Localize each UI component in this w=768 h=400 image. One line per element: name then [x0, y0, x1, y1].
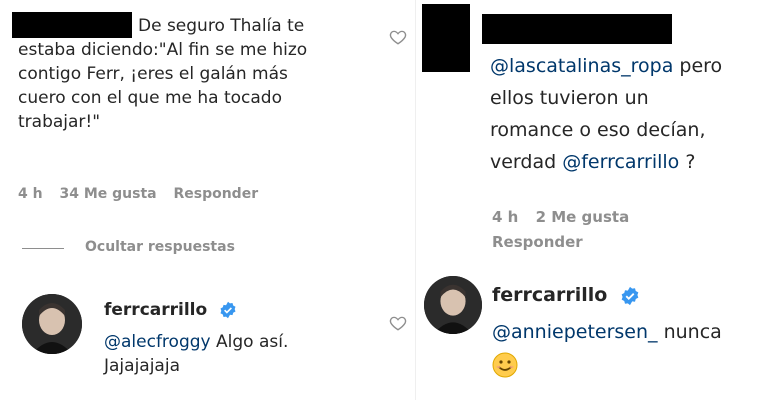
reply-button[interactable]: Responder: [173, 186, 258, 202]
reply-text: @anniepetersen_ nunca: [492, 316, 767, 380]
comment-line-4-post: ?: [679, 151, 696, 173]
comment-line-1-rest: pero: [673, 55, 723, 77]
redacted-username: [482, 14, 672, 44]
avatar[interactable]: [22, 294, 82, 354]
reply-button[interactable]: Responder: [492, 233, 583, 251]
reply-mention[interactable]: @alecfroggy: [104, 332, 211, 352]
comment-line-4: cuero con el que me ha tocado: [18, 88, 282, 108]
comment-time: 4 h: [18, 186, 43, 202]
comment-mention[interactable]: @ferrcarrillo: [562, 151, 679, 173]
comment-likes[interactable]: 2 Me gusta: [536, 208, 630, 226]
reply-line-2: Jajajajaja: [104, 356, 180, 376]
comment-line-5: trabajar!": [18, 112, 101, 132]
comment-text: De seguro Thalía te estaba diciendo:"Al …: [18, 14, 388, 134]
comment-line-4-pre: verdad: [490, 151, 563, 173]
comment-time: 4 h: [492, 208, 519, 226]
avatar[interactable]: [424, 276, 482, 334]
comment-line-2: estaba diciendo:"Al fin se me hizo: [18, 40, 308, 60]
hide-replies-button[interactable]: Ocultar respuestas: [85, 239, 235, 255]
verified-badge-icon: [220, 301, 236, 319]
comment-likes[interactable]: 34 Me gusta: [59, 186, 156, 202]
redacted-avatar: [422, 4, 470, 72]
comment-meta: 4 h 2 Me gusta: [492, 208, 641, 226]
comment-line-2: ellos tuvieron un: [490, 87, 649, 109]
smiling-face-emoji-icon: [492, 352, 518, 377]
left-comment-panel: De seguro Thalía te estaba diciendo:"Al …: [0, 0, 415, 400]
comment-text: @lascatalinas_ropa pero ellos tuvieron u…: [490, 50, 765, 178]
reply-text-rest: Algo así.: [210, 332, 289, 352]
verified-badge-icon: [621, 286, 639, 305]
reply-username-text[interactable]: ferrcarrillo: [492, 284, 607, 306]
reply-username-text[interactable]: ferrcarrillo: [104, 300, 207, 320]
reply-username[interactable]: ferrcarrillo: [492, 284, 640, 306]
heart-icon[interactable]: [389, 314, 407, 332]
reply-text: @alecfroggy Algo así. Jajajajaja: [104, 330, 394, 378]
hide-replies-line: [22, 248, 64, 249]
comment-meta: 4 h 34 Me gusta Responder: [18, 186, 270, 202]
comment-line-3: contigo Ferr, ¡eres el galán más: [18, 64, 288, 84]
reply-text-rest: nunca: [657, 321, 722, 343]
heart-icon[interactable]: [389, 28, 407, 46]
right-comment-panel: @lascatalinas_ropa pero ellos tuvieron u…: [420, 0, 768, 400]
comment-line-1: De seguro Thalía te: [138, 16, 305, 36]
comment-mention[interactable]: @lascatalinas_ropa: [490, 55, 673, 77]
reply-mention[interactable]: @anniepetersen_: [492, 321, 658, 343]
comment-line-3: romance o eso decían,: [490, 119, 706, 141]
reply-username[interactable]: ferrcarrillo: [104, 300, 237, 320]
